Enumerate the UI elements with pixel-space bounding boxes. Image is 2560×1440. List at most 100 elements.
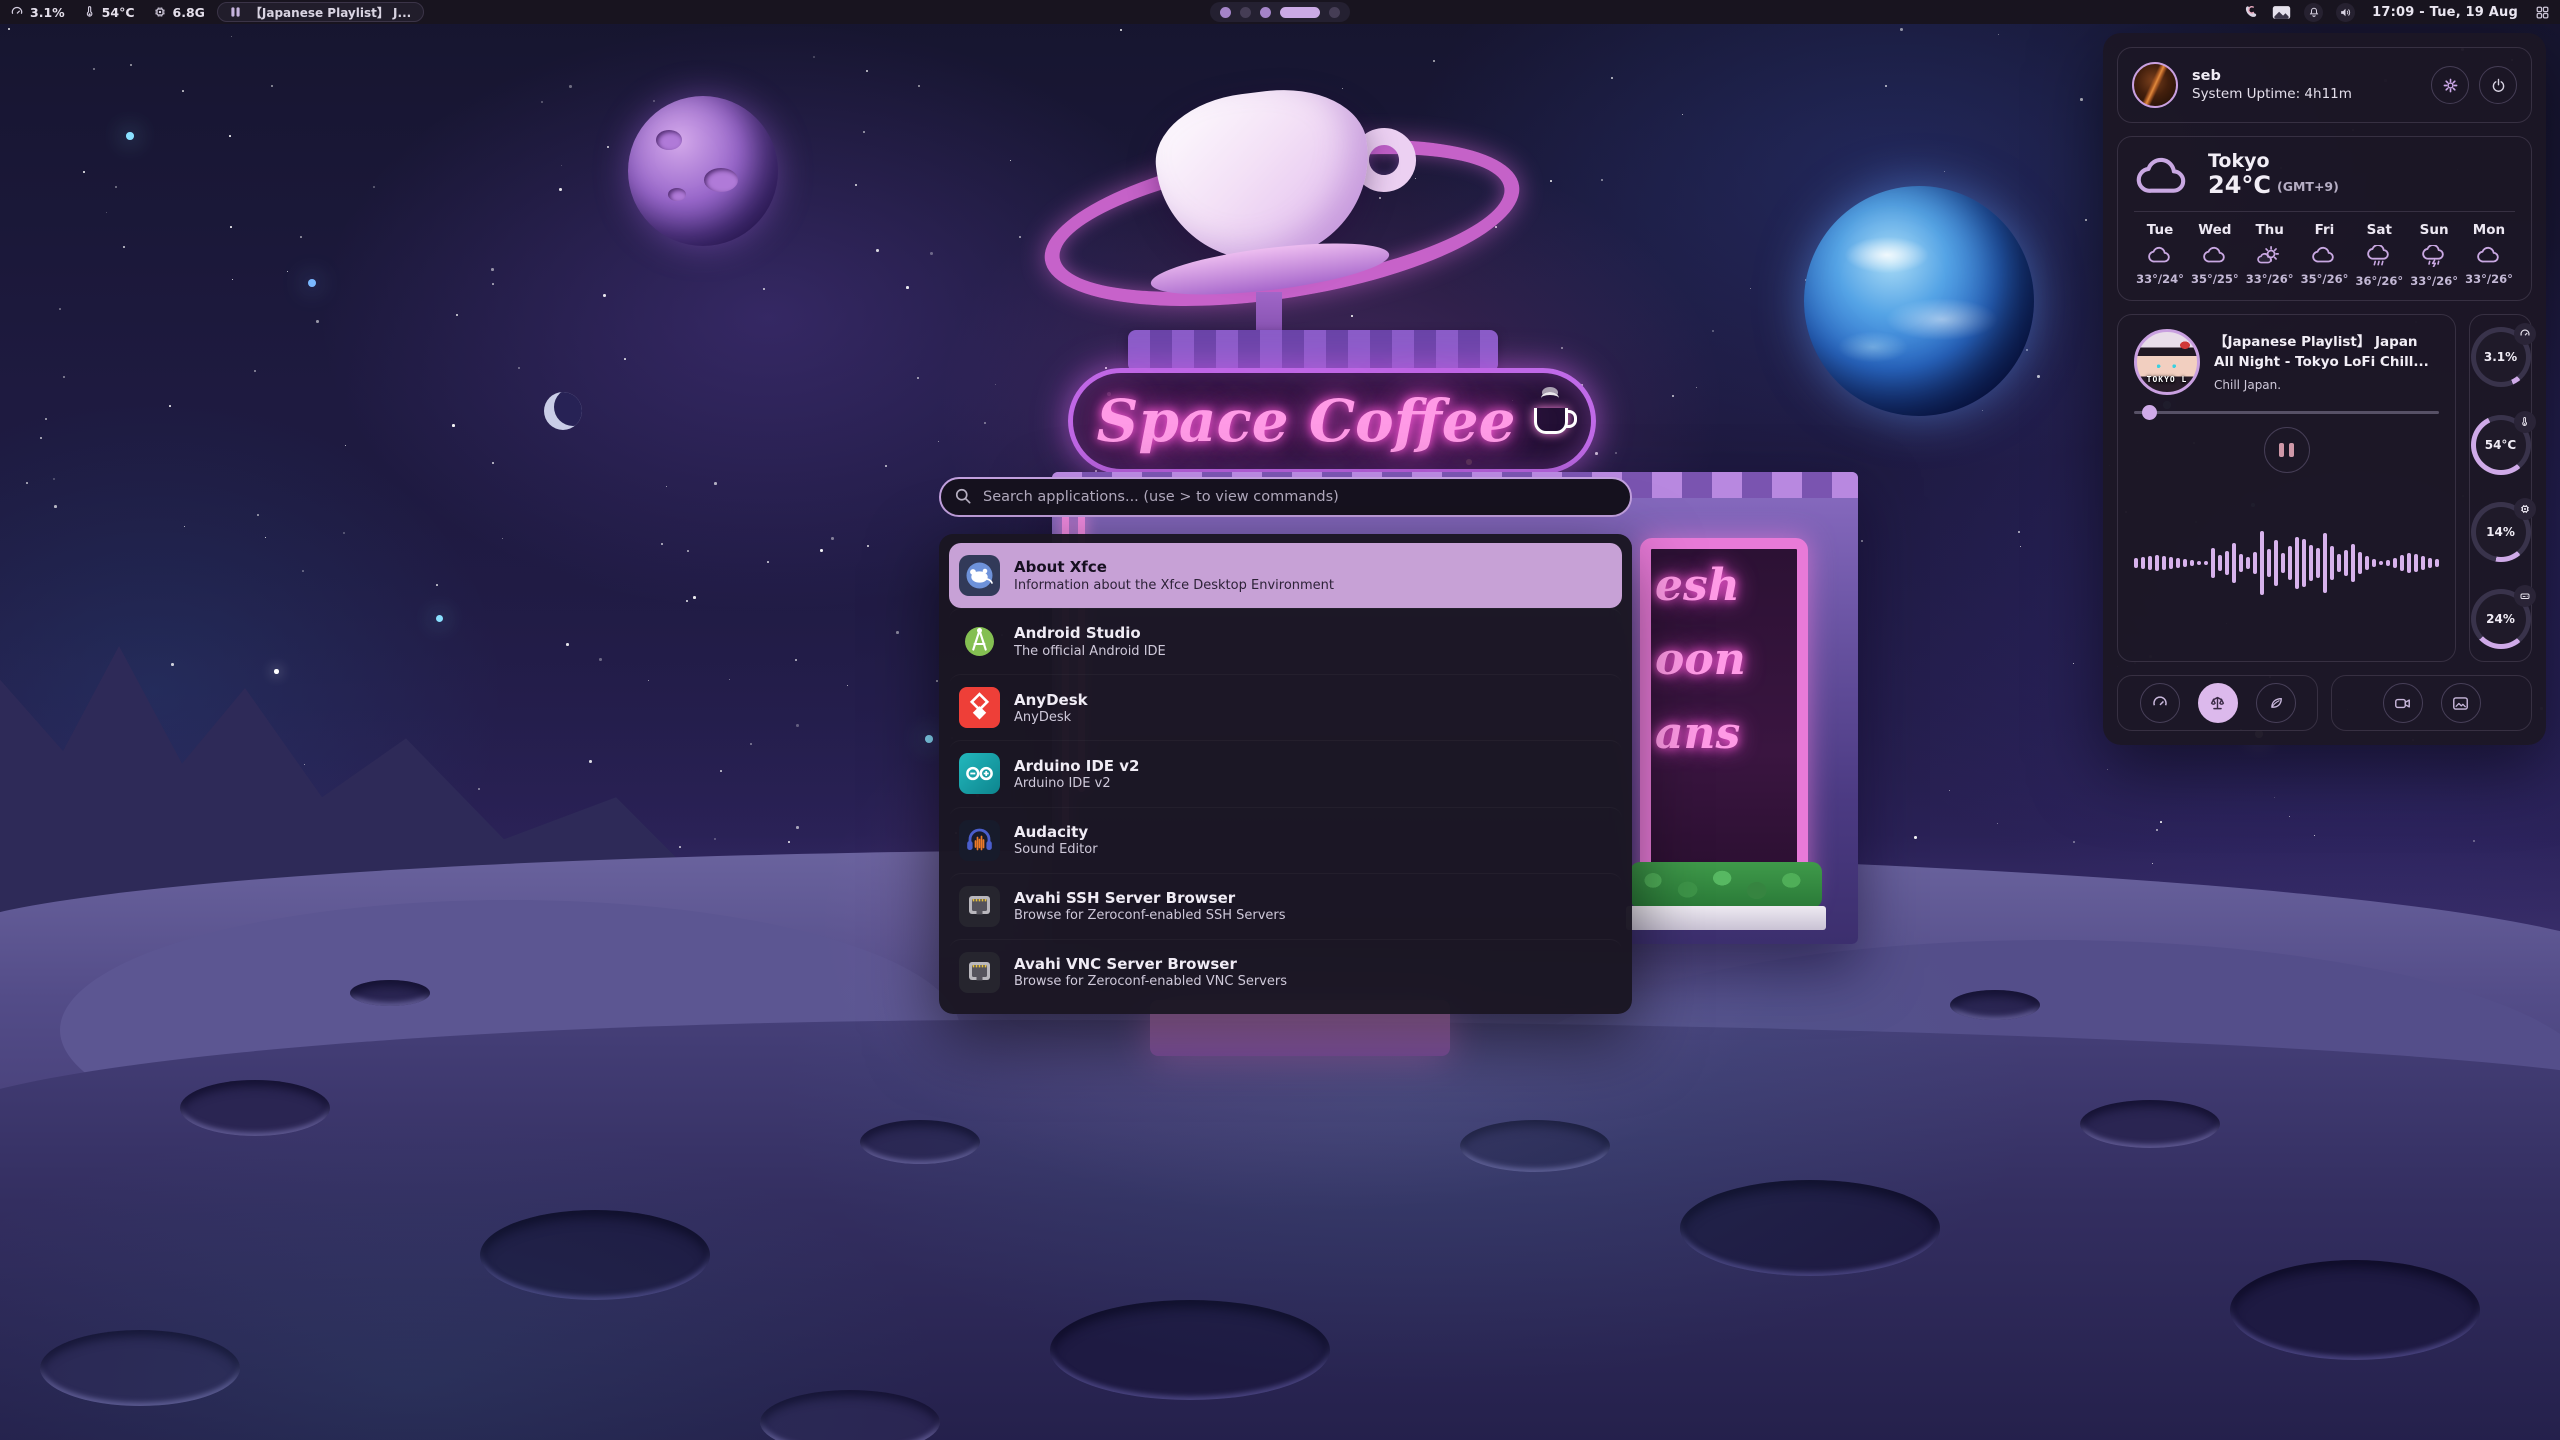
camera-icon — [2393, 694, 2412, 713]
visualizer-bar — [2253, 552, 2257, 574]
leaf-icon — [2267, 694, 2285, 712]
forecast-day: Thu 33°/26° — [2244, 222, 2296, 288]
visualizer-bar — [2183, 559, 2187, 567]
pause-icon — [2279, 443, 2284, 457]
app-name: Android Studio — [1014, 623, 1166, 643]
wallpaper-icon[interactable] — [2272, 5, 2291, 20]
memory-stat: 6.8G — [153, 5, 205, 20]
app-description: Browse for Zeroconf-enabled VNC Servers — [1014, 974, 1287, 990]
track-subtitle: Chill Japan. — [2214, 378, 2439, 392]
visualizer-bar — [2323, 533, 2327, 593]
app-description: Arduino IDE v2 — [1014, 776, 1140, 792]
app-list-item[interactable]: AnyDesk AnyDesk — [949, 674, 1622, 740]
weather-timezone: (GMT+9) — [2277, 179, 2339, 194]
screen-record-button[interactable] — [2383, 683, 2423, 723]
chip-icon — [2514, 498, 2536, 520]
app-search — [939, 477, 1632, 517]
app-list-item[interactable]: Arduino IDE v2 Arduino IDE v2 — [949, 740, 1622, 806]
visualizer-bar — [2288, 546, 2292, 580]
workspace-dot[interactable] — [1260, 7, 1271, 18]
music-progress-knob[interactable] — [2142, 405, 2157, 420]
shop-window: esh oon ans — [1640, 538, 1808, 900]
forecast-day-label: Sun — [2420, 222, 2449, 238]
temperature-stat: 54°C — [83, 5, 135, 20]
disk-gauge: 24% — [2471, 589, 2531, 649]
system-stats: 3.1% 54°C 6.8G — [10, 5, 205, 20]
anydesk-logo-icon — [959, 687, 1000, 728]
visualizer-bar — [2330, 546, 2334, 580]
window-neon-text: oon — [1655, 623, 1797, 697]
bell-icon[interactable] — [2304, 3, 2323, 22]
volume-icon[interactable] — [2336, 3, 2355, 22]
visualizer-bar — [2197, 561, 2201, 565]
app-list-item[interactable]: About Xfce Information about the Xfce De… — [949, 543, 1622, 608]
visualizer-bar — [2302, 539, 2306, 587]
media-chip-label: 【Japanese Playlist】 J... — [250, 4, 411, 21]
visualizer-bar — [2141, 557, 2145, 569]
workspace-dot[interactable] — [1240, 7, 1251, 18]
forecast-day: Mon 33°/26° — [2463, 222, 2515, 288]
settings-button[interactable] — [2431, 66, 2469, 104]
visualizer-bar — [2246, 557, 2250, 569]
app-list-item[interactable]: Avahi VNC Server Browser Browse for Zero… — [949, 939, 1622, 1005]
forecast-day-label: Thu — [2255, 222, 2283, 238]
rain-icon — [2366, 245, 2392, 267]
app-description: The official Android IDE — [1014, 644, 1166, 660]
power-button[interactable] — [2479, 66, 2517, 104]
visualizer-bar — [2428, 558, 2432, 568]
app-name: About Xfce — [1014, 557, 1334, 577]
cloud-icon — [2311, 245, 2337, 265]
workspace-dot[interactable] — [1220, 7, 1231, 18]
workspace-dot[interactable] — [1280, 7, 1320, 18]
forecast-day: Tue 33°/24° — [2134, 222, 2186, 288]
play-pause-button[interactable] — [2264, 427, 2310, 473]
speedometer-icon — [10, 5, 24, 19]
forecast-day: Sat 36°/26° — [2353, 222, 2405, 288]
clock[interactable]: 17:09 - Tue, 19 Aug — [2368, 5, 2522, 20]
visualizer-bar — [2407, 553, 2411, 573]
search-input[interactable] — [939, 477, 1632, 517]
workspace-dot[interactable] — [1329, 7, 1340, 18]
app-list-item[interactable]: Audacity Sound Editor — [949, 807, 1622, 873]
pause-icon — [230, 6, 241, 18]
thermometer-icon — [83, 5, 96, 19]
app-name: Avahi SSH Server Browser — [1014, 888, 1286, 908]
app-description: Browse for Zeroconf-enabled SSH Servers — [1014, 908, 1286, 924]
visualizer-bar — [2260, 531, 2264, 595]
audio-visualizer — [2134, 479, 2439, 647]
app-name: Arduino IDE v2 — [1014, 756, 1140, 776]
forecast-day-label: Tue — [2147, 222, 2174, 238]
wallpaper-button[interactable] — [2441, 683, 2481, 723]
window-neon-text: ans — [1655, 697, 1797, 771]
performance-profile-button[interactable] — [2140, 683, 2180, 723]
weather-temp: 24°C — [2208, 171, 2271, 199]
temperature-gauge: 54°C — [2471, 415, 2531, 475]
app-list-item[interactable]: Avahi SSH Server Browser Browse for Zero… — [949, 873, 1622, 939]
power-profile-group — [2117, 675, 2318, 731]
visualizer-bar — [2274, 540, 2278, 586]
weather-city: Tokyo — [2208, 151, 2339, 172]
speedometer-icon — [2514, 323, 2536, 345]
powersave-profile-button[interactable] — [2256, 683, 2296, 723]
balanced-profile-button[interactable] — [2198, 683, 2238, 723]
forecast-day-label: Sat — [2367, 222, 2392, 238]
music-card: TOKYO L 【Japanese Playlist】 Japan All Ni… — [2117, 314, 2456, 662]
visualizer-bar — [2400, 555, 2404, 571]
grid-icon[interactable] — [2535, 5, 2550, 20]
music-progress-bar[interactable] — [2134, 411, 2439, 414]
visualizer-bar — [2225, 551, 2229, 575]
visualizer-bar — [2239, 554, 2243, 572]
visualizer-bar — [2421, 556, 2425, 570]
media-chip[interactable]: 【Japanese Playlist】 J... — [217, 2, 424, 22]
track-title: 【Japanese Playlist】 Japan All Night - To… — [2214, 333, 2439, 372]
cloud-icon — [2202, 245, 2228, 265]
network-jack-icon — [959, 886, 1000, 927]
visualizer-bar — [2316, 548, 2320, 578]
app-list-item[interactable]: Android Studio The official Android IDE — [949, 608, 1622, 674]
forecast-temps: 33°/26° — [2246, 272, 2294, 286]
visualizer-bar — [2148, 556, 2152, 570]
phone-icon[interactable] — [2242, 4, 2259, 21]
quick-settings — [2117, 675, 2532, 731]
forecast-day: Fri 35°/26° — [2298, 222, 2350, 288]
sun-cloud-icon — [2257, 245, 2283, 265]
